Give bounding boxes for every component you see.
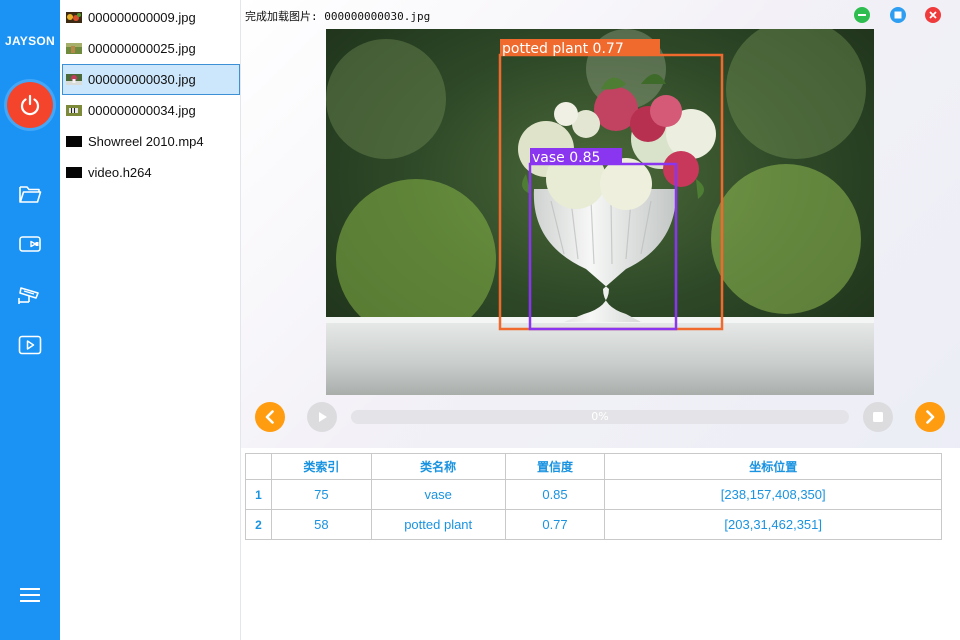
power-icon [20,94,40,116]
row-number: 1 [245,479,272,510]
results-panel: 类索引 类名称 置信度 坐标位置 1 75 vase 0.85 [238,157… [241,448,960,640]
vase-label: vase 0.85 [532,150,600,166]
row-number: 2 [245,509,272,540]
file-list-item[interactable]: 000000000034.jpg [62,95,240,126]
file-name: 000000000025.jpg [88,41,196,56]
cctv-icon [18,287,39,304]
cell-class-index: 58 [270,509,372,540]
stop-button[interactable] [863,402,893,432]
camera-icon [19,236,41,252]
progress-label: 0% [591,410,609,423]
folder-icon [19,186,42,203]
cell-coordinates: [238,157,408,350] [604,479,942,510]
file-list-item[interactable]: Showreel 2010.mp4 [62,126,240,157]
cell-confidence: 0.77 [504,509,606,540]
table-row[interactable]: 1 75 vase 0.85 [238,157,408,350] [245,479,942,510]
file-name: 000000000034.jpg [88,103,196,118]
table-header-row: 类索引 类名称 置信度 坐标位置 [245,453,942,480]
sidebar: JAYSON [0,0,60,640]
header-coordinates: 坐标位置 [604,453,942,480]
video-thumbnail-icon [66,136,82,147]
potted-plant-label: potted plant 0.77 [502,41,624,57]
image-viewer: potted plant 0.77 vase 0.85 [326,29,874,395]
cell-class-name: vase [370,479,506,510]
status-text: 完成加载图片: 000000000030.jpg [245,10,431,23]
previous-button[interactable] [255,402,285,432]
maximize-button[interactable] [890,7,906,23]
food-thumbnail-icon [66,12,82,23]
play-button[interactable] [307,402,337,432]
next-button[interactable] [915,402,945,432]
video-play-button[interactable] [17,332,43,358]
progress-bar[interactable]: 0% [351,410,849,424]
file-name: 000000000030.jpg [88,72,196,87]
stop-icon [873,412,883,422]
menu-button[interactable] [18,583,42,607]
chevron-right-icon [926,410,935,424]
vase-thumbnail-icon [66,74,82,85]
cell-class-index: 75 [270,479,372,510]
file-list: 000000000009.jpg 000000000025.jpg 000000… [60,0,241,640]
hamburger-menu-icon [20,588,40,602]
power-button[interactable] [7,82,53,128]
detection-image: potted plant 0.77 vase 0.85 [326,29,874,395]
file-name: video.h264 [88,165,152,180]
file-name: 000000000009.jpg [88,10,196,25]
file-name: Showreel 2010.mp4 [88,134,204,149]
minimize-icon [858,14,866,16]
giraffe-thumbnail-icon [66,43,82,54]
header-class-index: 类索引 [270,453,372,480]
detection-results-table: 类索引 类名称 置信度 坐标位置 1 75 vase 0.85 [238,157… [245,453,942,540]
open-folder-button[interactable] [17,181,43,207]
cctv-button[interactable] [17,281,43,307]
minimize-button[interactable] [854,7,870,23]
play-icon [319,412,327,422]
cell-confidence: 0.85 [504,479,606,510]
header-class-name: 类名称 [370,453,506,480]
close-icon [929,11,937,19]
main-panel: 完成加载图片: 000000000030.jpg potted plant 0.… [241,0,960,640]
brand-logo: JAYSON [4,34,56,48]
video-thumbnail-icon [66,167,82,178]
zebra-thumbnail-icon [66,105,82,116]
file-list-item[interactable]: video.h264 [62,157,240,188]
chevron-left-icon [265,410,274,424]
camera-button[interactable] [17,231,43,257]
header-confidence: 置信度 [504,453,606,480]
file-list-item[interactable]: 000000000025.jpg [62,33,240,64]
maximize-icon [894,11,902,19]
cell-class-name: potted plant [370,509,506,540]
table-row[interactable]: 2 58 potted plant 0.77 [203,31,462,351] [245,509,942,540]
file-list-item[interactable]: 000000000009.jpg [62,2,240,33]
play-video-icon [18,335,42,355]
cell-coordinates: [203,31,462,351] [604,509,942,540]
file-list-item-selected[interactable]: 000000000030.jpg [62,64,240,95]
header-row-number [245,453,272,480]
close-button[interactable] [925,7,941,23]
